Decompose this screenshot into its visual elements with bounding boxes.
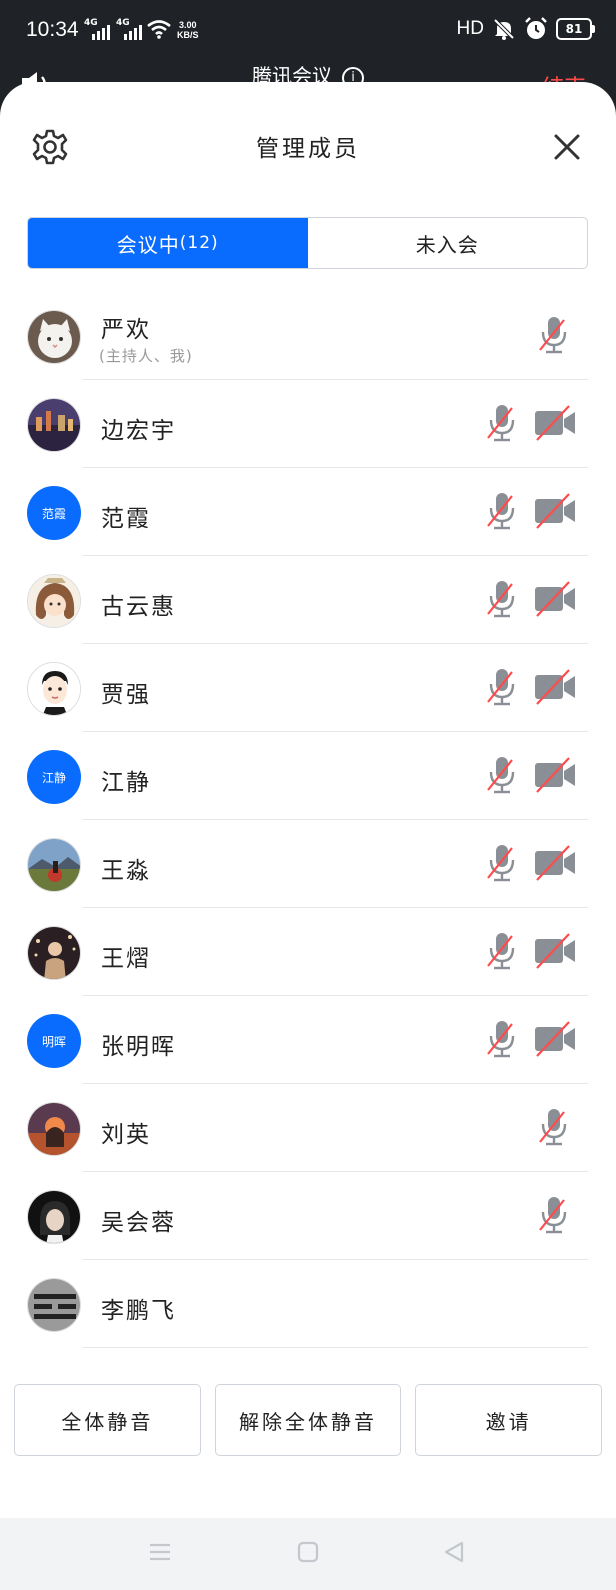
avatar (27, 662, 81, 716)
list-item[interactable]: 贾强 (0, 644, 616, 732)
tab-in-meeting[interactable]: 会议中 (12) (28, 218, 308, 268)
camera-off-icon[interactable] (533, 845, 577, 881)
portrait-avatar-icon (28, 1191, 80, 1243)
avatar (27, 926, 81, 980)
network-speed: 3.00 KB/S (177, 20, 199, 40)
city-avatar-icon (28, 399, 80, 451)
member-name: 江静 (101, 770, 151, 796)
member-list: 严欢 (主持人、我) 边宏宇 范霞 范霞 古云惠 贾强 江静 江静 王淼 王熠 … (0, 292, 616, 1348)
back-icon[interactable] (442, 1540, 466, 1564)
member-name: 贾强 (101, 682, 151, 708)
mic-muted-icon[interactable] (482, 490, 522, 532)
avatar (27, 1278, 81, 1332)
landscape-avatar-icon (28, 839, 80, 891)
member-name: 张明晖 (101, 1034, 176, 1060)
tab-in-meeting-label: 会议中 (116, 232, 180, 257)
list-item[interactable]: 边宏宇 (0, 380, 616, 468)
menu-icon[interactable] (148, 1540, 172, 1564)
list-item[interactable]: 范霞 范霞 (0, 468, 616, 556)
mic-muted-icon[interactable] (482, 930, 522, 972)
battery-icon: 81 (556, 18, 595, 40)
mic-muted-icon[interactable] (482, 666, 522, 708)
mic-muted-icon[interactable] (534, 1106, 574, 1148)
member-name: 范霞 (101, 506, 151, 532)
avatar (27, 574, 81, 628)
sheet-title: 管理成员 (256, 136, 360, 162)
member-role: (主持人、我) (99, 347, 193, 365)
list-item[interactable]: 江静 江静 (0, 732, 616, 820)
mic-muted-icon[interactable] (482, 1018, 522, 1060)
camera-off-icon[interactable] (533, 933, 577, 969)
cartoon-boy-avatar-icon (28, 663, 80, 715)
camera-off-icon[interactable] (533, 405, 577, 441)
camera-off-icon[interactable] (533, 493, 577, 529)
member-name: 李鹏飞 (101, 1298, 176, 1324)
sunset-avatar-icon (28, 1103, 80, 1155)
camera-off-icon[interactable] (533, 581, 577, 617)
member-name: 王淼 (101, 858, 151, 884)
member-name: 古云惠 (101, 594, 176, 620)
mic-muted-icon[interactable] (534, 314, 574, 356)
wifi-icon (147, 20, 171, 39)
camera-off-icon[interactable] (533, 669, 577, 705)
tab-not-joined-label: 未入会 (415, 232, 479, 257)
manage-members-sheet: 管理成员 会议中 (12) 未入会 严欢 (主持人、我) 边宏宇 范霞 范霞 古… (0, 82, 616, 1518)
close-icon[interactable] (550, 130, 584, 164)
camera-off-icon[interactable] (533, 1021, 577, 1057)
mic-muted-icon[interactable] (534, 1194, 574, 1236)
avatar (27, 398, 81, 452)
invite-button[interactable]: 邀请 (415, 1384, 603, 1456)
list-item[interactable]: 严欢 (主持人、我) (0, 292, 616, 380)
system-nav-bar (0, 1518, 616, 1590)
unmute-all-button[interactable]: 解除全体静音 (214, 1384, 402, 1456)
list-item[interactable]: 王熠 (0, 908, 616, 996)
trigram-avatar-icon (28, 1279, 80, 1331)
speed-value: 3.00 (178, 20, 197, 30)
status-bar: 10:34 4G 4G 3.00 KB/S HD 81 (0, 0, 616, 64)
cartoon-girl-avatar-icon (28, 575, 80, 627)
mute-all-button[interactable]: 全体静音 (14, 1384, 201, 1456)
status-right: HD 81 (456, 17, 595, 41)
action-bar: 全体静音 解除全体静音 邀请 (14, 1384, 603, 1456)
member-name: 严欢 (101, 317, 151, 343)
list-item[interactable]: 古云惠 (0, 556, 616, 644)
mute-bell-icon (493, 18, 515, 40)
alarm-icon (525, 17, 547, 39)
list-item[interactable]: 吴会蓉 (0, 1172, 616, 1260)
signal-icon: 4G (84, 18, 110, 40)
mic-muted-icon[interactable] (482, 754, 522, 796)
list-item[interactable]: 刘英 (0, 1084, 616, 1172)
member-tabs: 会议中 (12) 未入会 (27, 217, 588, 269)
avatar (27, 838, 81, 892)
member-name: 边宏宇 (101, 418, 176, 444)
member-name: 吴会蓉 (101, 1210, 176, 1236)
member-name: 王熠 (101, 946, 151, 972)
tab-not-joined[interactable]: 未入会 (308, 218, 588, 268)
list-item[interactable]: 明晖 张明晖 (0, 996, 616, 1084)
cat-avatar-icon (28, 311, 80, 363)
mic-muted-icon[interactable] (482, 842, 522, 884)
list-item[interactable]: 王淼 (0, 820, 616, 908)
network-indicators: 4G 4G (84, 18, 142, 40)
night-avatar-icon (28, 927, 80, 979)
speed-unit: KB/S (177, 30, 199, 40)
signal-icon: 4G (116, 18, 142, 40)
member-name: 刘英 (101, 1122, 151, 1148)
tab-in-meeting-count: (12) (179, 233, 219, 253)
avatar: 江静 (27, 750, 81, 804)
avatar (27, 1190, 81, 1244)
list-item[interactable]: 李鹏飞 (0, 1260, 616, 1348)
mic-muted-icon[interactable] (482, 402, 522, 444)
mic-muted-icon[interactable] (482, 578, 522, 620)
avatar: 明晖 (27, 1014, 81, 1068)
avatar (27, 310, 81, 364)
status-time: 10:34 (26, 18, 79, 41)
camera-off-icon[interactable] (533, 757, 577, 793)
hd-indicator: HD (456, 18, 484, 39)
avatar (27, 1102, 81, 1156)
home-icon[interactable] (296, 1540, 320, 1564)
avatar: 范霞 (27, 486, 81, 540)
